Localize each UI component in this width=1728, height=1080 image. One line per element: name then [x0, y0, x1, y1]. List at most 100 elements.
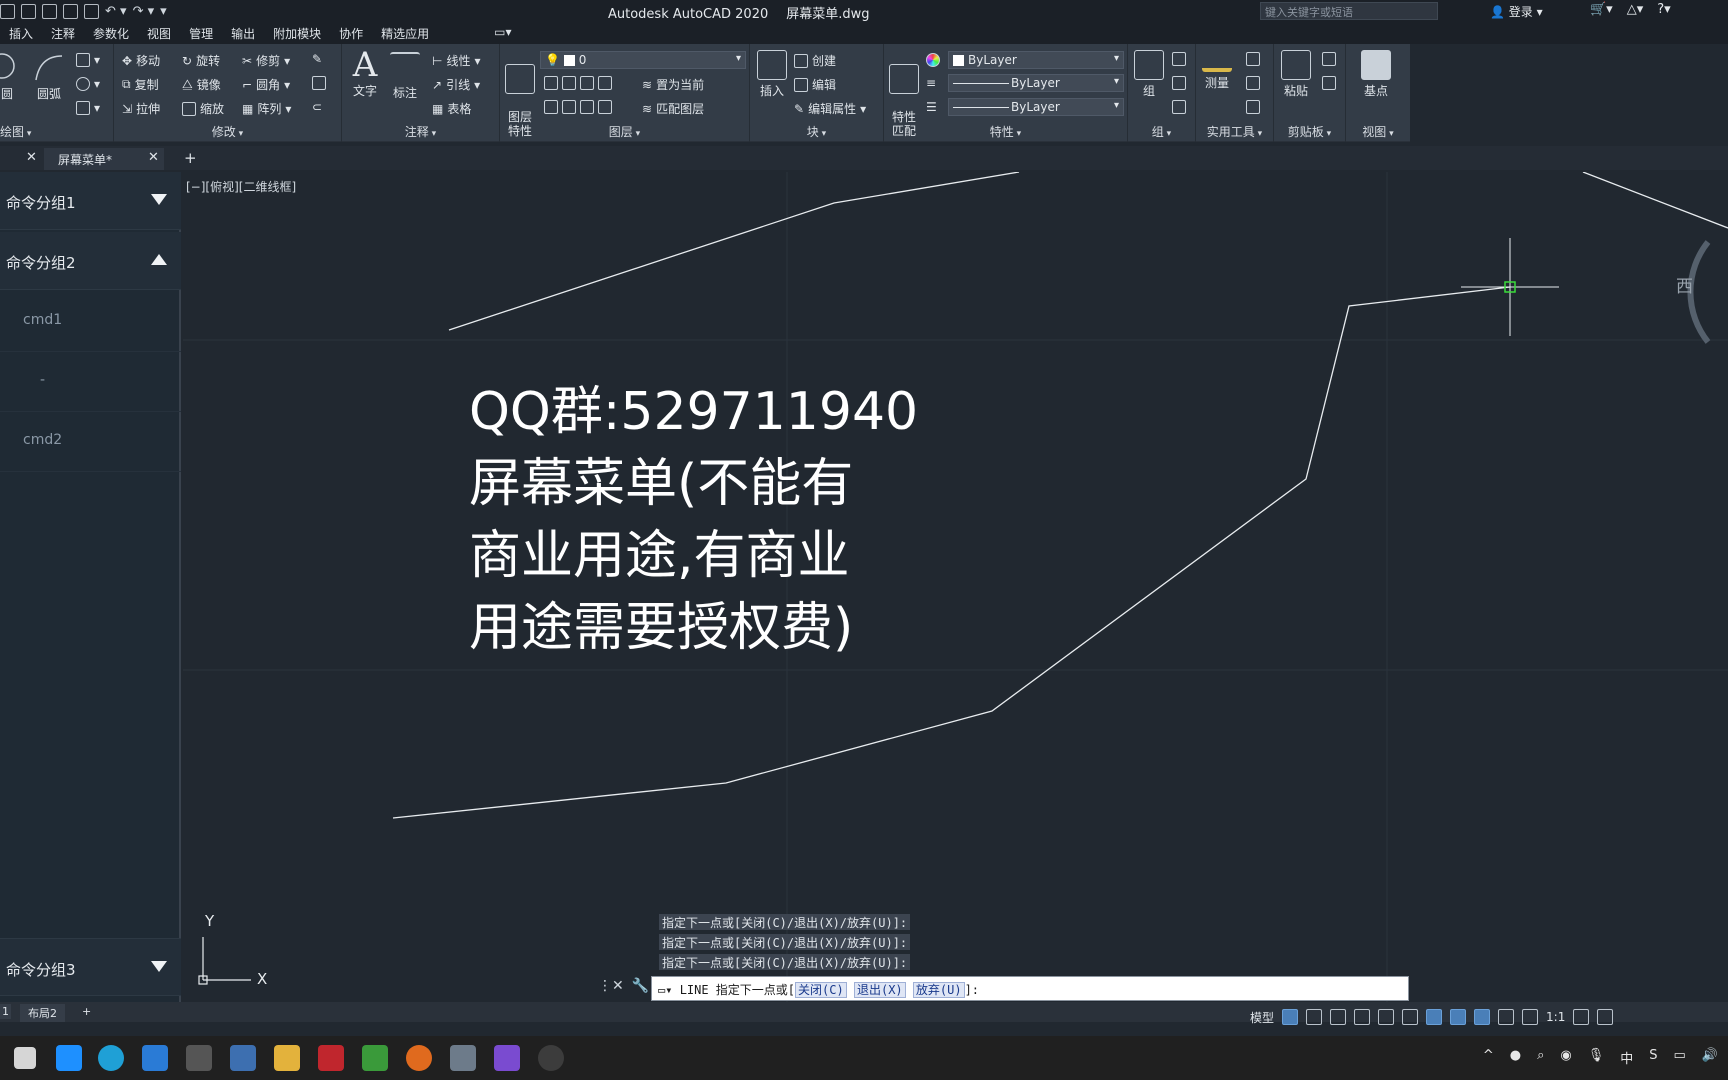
command-close-icon[interactable]: ⋮✕	[598, 978, 624, 994]
list-item-cmd2[interactable]: cmd2	[0, 412, 181, 472]
microphone-icon[interactable]: 🎙	[1588, 1048, 1605, 1067]
annotation-scale-icon[interactable]	[1522, 1009, 1539, 1025]
annotation-visibility-icon[interactable]	[1474, 1009, 1491, 1025]
panel-layers-title[interactable]: 图层	[500, 123, 749, 140]
option-close[interactable]: 关闭(C)	[795, 982, 847, 998]
layer-unlock-icon[interactable]	[598, 100, 612, 114]
command-customize-icon[interactable]: 🔧	[632, 978, 649, 994]
collapse-up-icon[interactable]	[151, 254, 167, 265]
erase-button[interactable]: ✎	[312, 52, 322, 66]
network-icon[interactable]: ▭	[1674, 1048, 1686, 1067]
command-group-3[interactable]: 命令分组3	[0, 938, 181, 996]
layer-unisolate-icon[interactable]	[562, 100, 576, 114]
terminal-icon[interactable]	[186, 1045, 212, 1071]
grid-icon[interactable]	[1282, 1009, 1299, 1025]
cut-icon[interactable]	[1322, 52, 1336, 66]
insert-button[interactable]: 插入	[754, 50, 790, 99]
calculator-app-icon[interactable]	[450, 1045, 476, 1071]
dimension-button[interactable]: 标注	[388, 52, 422, 101]
circle-button[interactable]: 圆	[0, 52, 20, 102]
volume-icon[interactable]: 🔊	[1702, 1048, 1718, 1067]
color-wheel-icon[interactable]	[926, 53, 940, 67]
ellipse-button[interactable]: ▾	[76, 77, 100, 91]
show-desktop-icon[interactable]	[14, 1047, 36, 1069]
model-space-button[interactable]: 模型	[1250, 1009, 1274, 1026]
tray-chevron-icon[interactable]: ^	[1483, 1048, 1494, 1067]
help-icon[interactable]: ?▾	[1657, 2, 1670, 17]
panel-draw-title[interactable]: 绘图	[0, 123, 113, 140]
copy-clip-icon[interactable]	[1322, 76, 1336, 90]
edit-block-button[interactable]: 编辑	[794, 76, 836, 93]
menu-insert[interactable]: 插入	[0, 22, 42, 44]
array-button[interactable]: ▦ 阵列 ▾	[242, 100, 291, 117]
menu-manage[interactable]: 管理	[180, 22, 222, 44]
menu-output[interactable]: 输出	[222, 22, 264, 44]
cart-icon[interactable]: 🛒▾	[1590, 2, 1613, 17]
auto-scale-icon[interactable]	[1498, 1009, 1515, 1025]
layer-thaw-icon[interactable]	[580, 100, 594, 114]
menu-annotate[interactable]: 注释	[42, 22, 84, 44]
quick-select-icon[interactable]	[1246, 52, 1260, 66]
polar-icon[interactable]	[1378, 1009, 1395, 1025]
calculator-icon[interactable]	[1246, 100, 1260, 114]
workspace-gear-icon[interactable]	[1573, 1009, 1590, 1025]
panel-clipboard-title[interactable]: 剪贴板	[1274, 123, 1345, 140]
save-as-icon[interactable]	[21, 3, 36, 19]
layer-isolate-icon[interactable]	[562, 76, 576, 90]
redo-icon[interactable]: ↷ ▾	[133, 4, 155, 19]
panel-utilities-title[interactable]: 实用工具	[1196, 123, 1273, 140]
start-tab-close-icon[interactable]: ✕	[26, 150, 37, 165]
group-button[interactable]: 组	[1132, 50, 1166, 99]
match-layer-button[interactable]: ≋ 匹配图层	[642, 100, 704, 117]
search-input[interactable]: 键入关键字或短语	[1260, 2, 1438, 20]
save-icon[interactable]	[0, 3, 15, 19]
panel-block-title[interactable]: 块	[750, 123, 883, 140]
panel-modify-title[interactable]: 修改	[114, 123, 341, 140]
lineweight-dropdown[interactable]: ByLayer	[948, 98, 1124, 116]
edit-attributes-button[interactable]: ✎ 编辑属性 ▾	[794, 100, 866, 117]
firefox-icon[interactable]	[406, 1045, 432, 1071]
panel-properties-title[interactable]: 特性	[884, 123, 1127, 140]
polyline-upper-right[interactable]	[1582, 172, 1728, 229]
rectangle-button[interactable]: ▾	[76, 53, 100, 67]
tab-layout2[interactable]: 布局2	[20, 1004, 65, 1022]
panel-groups-title[interactable]: 组	[1128, 123, 1195, 140]
new-tab-icon[interactable]: +	[184, 149, 197, 167]
login-button[interactable]: 👤 登录 ▾	[1490, 3, 1543, 20]
tray-search-icon[interactable]: ⌕	[1537, 1048, 1544, 1067]
list-item-cmd1[interactable]: cmd1	[0, 292, 181, 352]
table-button[interactable]: ▦ 表格	[432, 100, 471, 117]
leader-button[interactable]: ↗ 引线 ▾	[432, 76, 480, 93]
start-icon[interactable]	[56, 1045, 82, 1071]
video-icon[interactable]: ▭▾	[488, 22, 517, 44]
group-select-icon[interactable]	[1172, 100, 1186, 114]
autocad-icon[interactable]	[318, 1045, 344, 1071]
linetype-dropdown[interactable]: ByLayer	[948, 74, 1124, 92]
tab-layout1[interactable]: 1	[0, 1004, 11, 1019]
print-icon[interactable]	[84, 3, 99, 19]
tray-app-icon[interactable]: ●	[1510, 1048, 1521, 1067]
remote-desktop-icon[interactable]	[230, 1045, 256, 1071]
explode-button[interactable]	[312, 76, 326, 90]
copy-button[interactable]: ⧉ 复制	[122, 76, 159, 93]
offset-button[interactable]: ⊂	[312, 100, 322, 114]
sogou-icon[interactable]: S	[1649, 1048, 1657, 1067]
menu-parametric[interactable]: 参数化	[84, 22, 138, 44]
mirror-button[interactable]: ⧋ 镜像	[182, 76, 221, 93]
command-line-input[interactable]: ▭▾ LINE 指定下一点或[关闭(C) 退出(X) 放弃(U)]:	[651, 976, 1409, 1001]
undo-icon[interactable]: ↶ ▾	[105, 4, 127, 19]
rotate-button[interactable]: ↻ 旋转	[182, 52, 220, 69]
stretch-button[interactable]: ⇲ 拉伸	[122, 100, 160, 117]
select-all-icon[interactable]	[1246, 76, 1260, 90]
plus-icon[interactable]	[1597, 1009, 1614, 1025]
viewcube-west-label[interactable]: 西	[1676, 272, 1693, 297]
add-layout-icon[interactable]: +	[74, 1004, 99, 1019]
paste-button[interactable]: 粘贴	[1278, 50, 1314, 99]
set-current-button[interactable]: ≋ 置为当前	[642, 76, 704, 93]
command-group-2[interactable]: 命令分组2	[0, 232, 181, 290]
polyline-upper[interactable]	[448, 172, 1020, 331]
ortho-icon[interactable]	[1354, 1009, 1371, 1025]
menu-view[interactable]: 视图	[138, 22, 180, 44]
fillet-button[interactable]: ⌐ 圆角 ▾	[242, 76, 290, 93]
option-exit[interactable]: 退出(X)	[853, 982, 906, 998]
